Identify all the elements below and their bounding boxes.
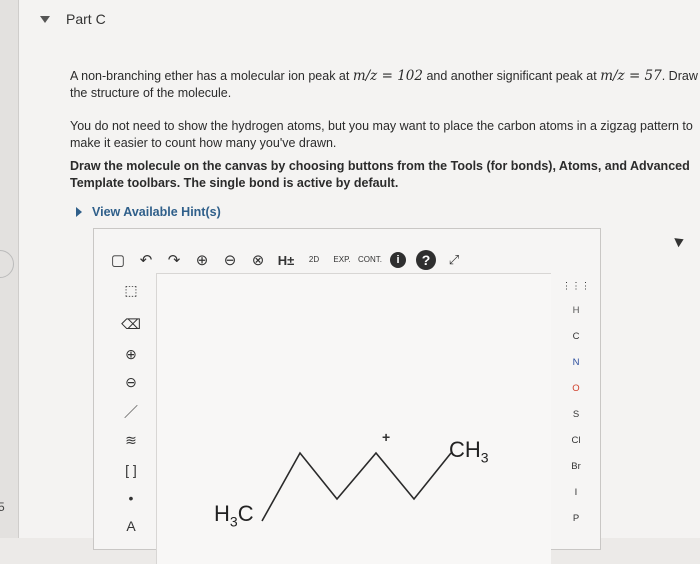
question-paragraph-2: You do not need to show the hydrogen ato… [70, 118, 700, 152]
gutter-circle-icon [0, 250, 14, 278]
collapse-caret-icon[interactable] [40, 15, 50, 23]
q-text: and another significant peak at [422, 69, 601, 83]
q-text: . Draw [661, 69, 698, 83]
label-part: CH [449, 437, 481, 462]
molecule-drawing [261, 451, 452, 522]
q-text: A non-branching ether has a molecular io… [70, 69, 353, 83]
expand-caret-icon [76, 207, 82, 217]
label-subscript: 3 [229, 513, 238, 530]
math-value-1: = 102 [377, 68, 423, 84]
atom-i-button[interactable]: I [556, 487, 596, 498]
atom-br-button[interactable]: Br [556, 461, 596, 472]
label-part: C [237, 501, 254, 526]
atom-c-button[interactable]: C [556, 331, 596, 342]
math-mz-2: m/z [600, 68, 625, 84]
left-gutter: 5 [0, 0, 18, 538]
part-title: Part C [66, 11, 106, 27]
atom-p-button[interactable]: P [556, 513, 596, 524]
question-paragraph-1: A non-branching ether has a molecular io… [70, 68, 700, 102]
q-text: Draw the molecule on the canvas by choos… [70, 159, 690, 173]
q-text: make it easier to count how many you've … [70, 136, 337, 150]
part-header[interactable]: Part C [40, 8, 106, 30]
periodic-table-icon[interactable]: ⋮⋮⋮ [556, 281, 596, 292]
label-subscript: 3 [480, 449, 489, 466]
gutter-number: 5 [0, 500, 5, 514]
atom-label-ch3[interactable]: CH3 [449, 437, 489, 465]
atom-cl-button[interactable]: Cl [556, 435, 596, 446]
q-text: You do not need to show the hydrogen ato… [70, 119, 693, 133]
atom-n-button[interactable]: N [556, 357, 596, 368]
q-text: the structure of the molecule. [70, 86, 232, 100]
atom-s-button[interactable]: S [556, 409, 596, 420]
q-text: Template toolbars. The single bond is ac… [70, 176, 399, 190]
question-paragraph-3: Draw the molecule on the canvas by choos… [70, 158, 700, 192]
atom-o-button[interactable]: O [556, 383, 596, 394]
zigzag-bonds [261, 451, 452, 522]
molecule-sketcher: ▢ ↶ ↷ ⊕ ⊖ ⊗ H± 2D EXP. CONT. i ? ⤢ ⬚ ⌫ ⊕… [93, 228, 601, 564]
math-value-2: = 57 [624, 68, 662, 84]
atom-h-button[interactable]: H [556, 305, 596, 316]
hint-label: View Available Hint(s) [92, 205, 221, 219]
math-mz-1: m/z [352, 68, 378, 84]
atom-label-h3c[interactable]: H3C [214, 501, 254, 529]
view-hints-link[interactable]: View Available Hint(s) [76, 205, 221, 219]
label-part: H [214, 501, 230, 526]
charge-plus-mark: + [382, 429, 391, 445]
